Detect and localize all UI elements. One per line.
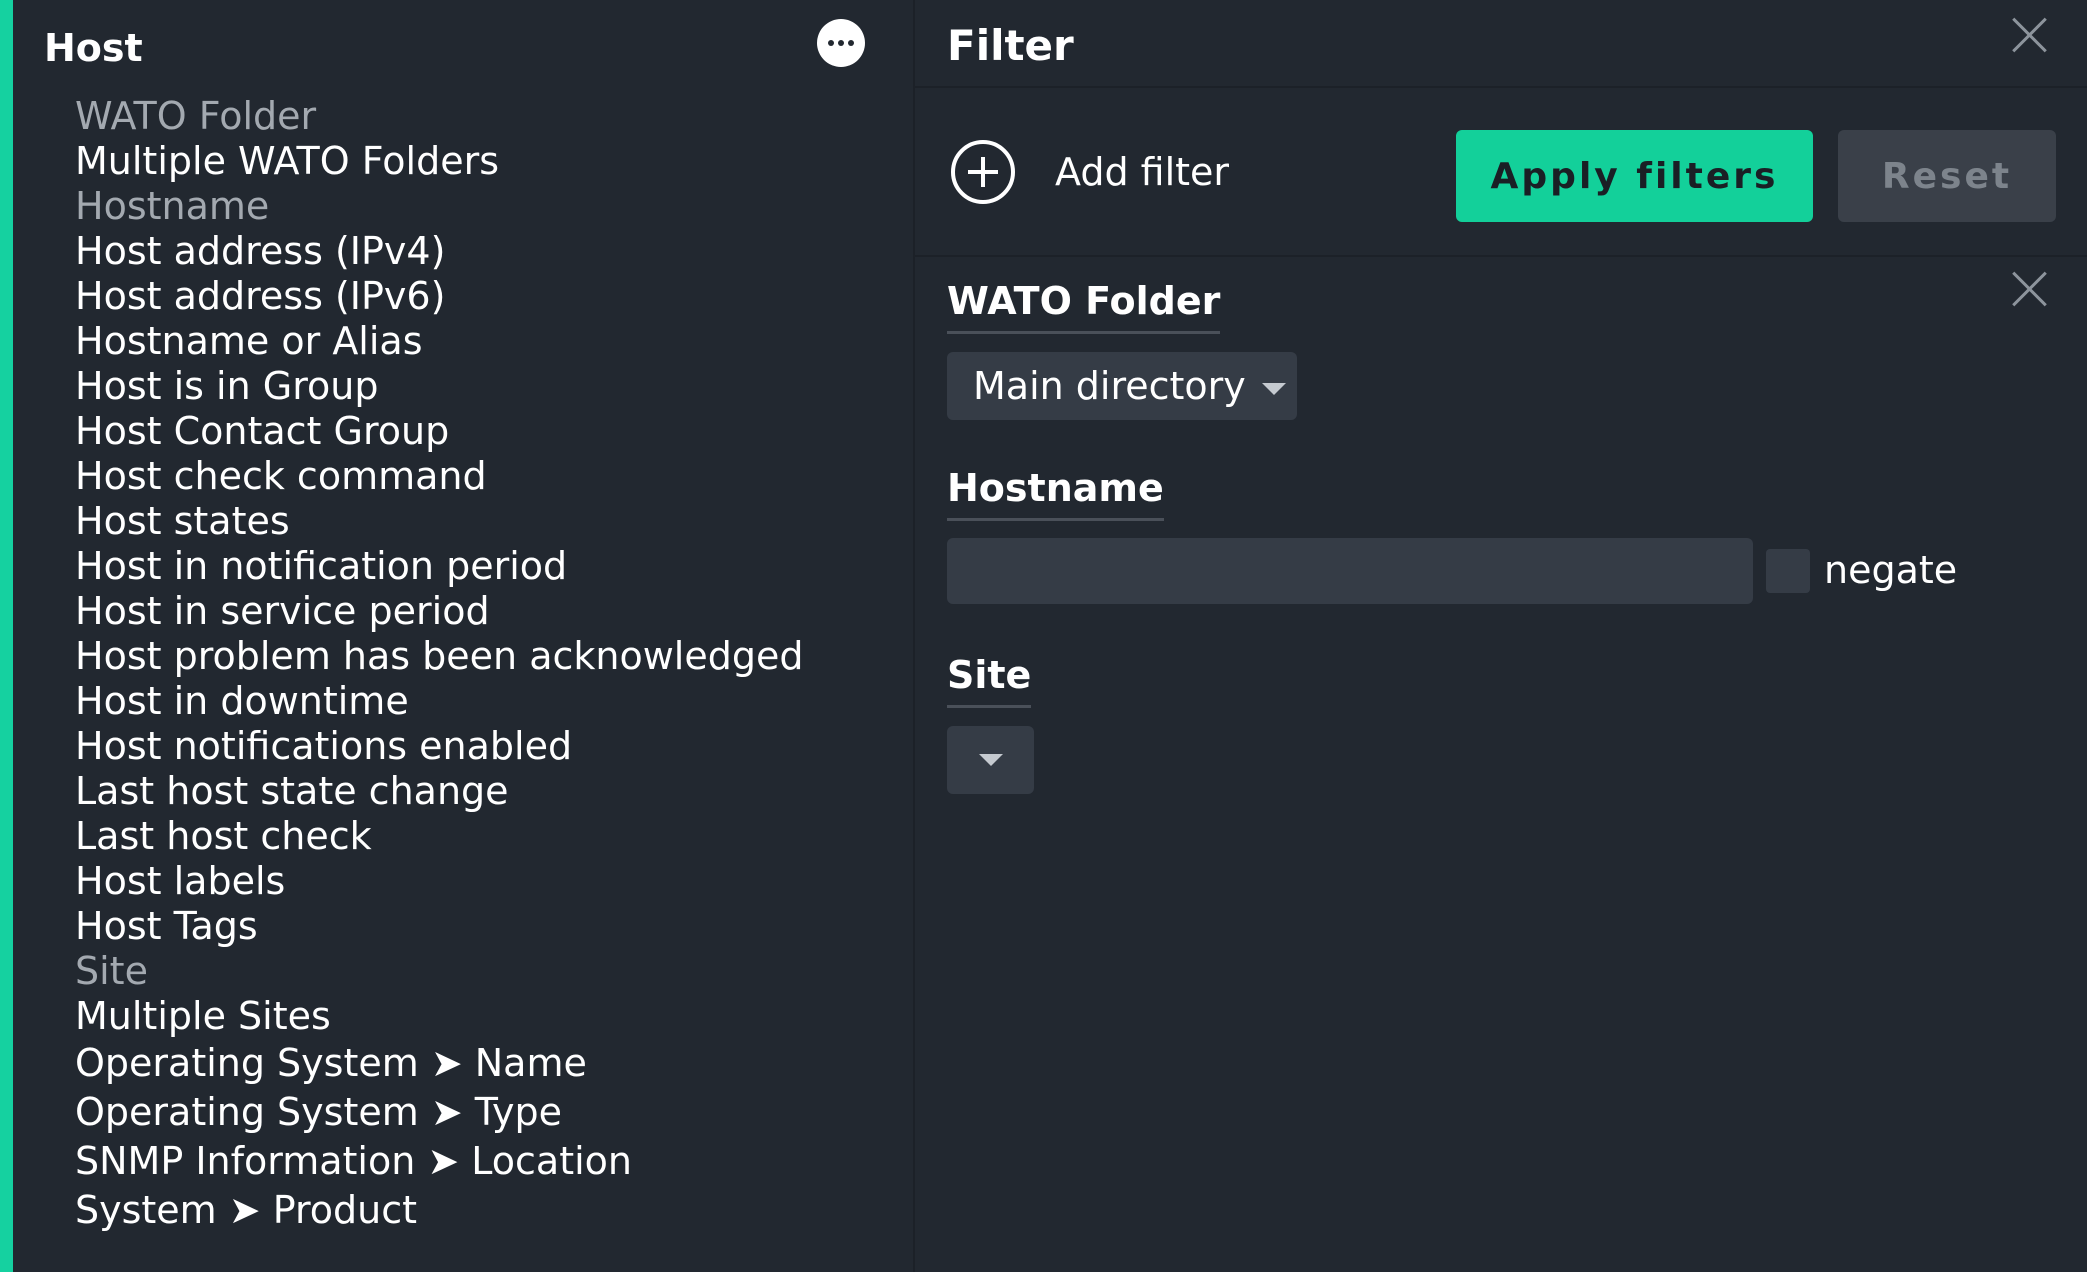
- reset-button[interactable]: Reset: [1838, 130, 2056, 222]
- filter-option-item[interactable]: Host problem has been acknowledged: [75, 634, 803, 679]
- more-horizontal-icon: [828, 40, 834, 46]
- hostname-input[interactable]: [947, 538, 1753, 604]
- filter-option-item[interactable]: Host notifications enabled: [75, 724, 803, 769]
- filter-option-item[interactable]: Site: [75, 949, 803, 994]
- negate-checkbox[interactable]: [1766, 549, 1810, 593]
- chevron-down-icon: [1261, 383, 1286, 395]
- filter-option-item[interactable]: Hostname or Alias: [75, 319, 803, 364]
- filter-option-item[interactable]: Last host state change: [75, 769, 803, 814]
- filter-option-item[interactable]: Host in downtime: [75, 679, 803, 724]
- filter-option-item[interactable]: Host Contact Group: [75, 409, 803, 454]
- more-dot: [848, 40, 854, 46]
- filter-option-item[interactable]: Host states: [75, 499, 803, 544]
- add-filter-button[interactable]: Add filter: [951, 140, 1229, 204]
- negate-label: negate: [1824, 548, 1958, 592]
- filter-option-item[interactable]: Multiple Sites: [75, 994, 803, 1039]
- filter-option-item[interactable]: SNMP Information ➤ Location: [75, 1137, 803, 1186]
- more-dot: [838, 40, 844, 46]
- add-circle-icon: [951, 140, 1015, 204]
- filter-option-item[interactable]: WATO Folder: [75, 94, 803, 139]
- filter-option-item[interactable]: Operating System ➤ Name: [75, 1039, 803, 1088]
- filter-chooser-panel: Host WATO Folder Multiple WATO Folders Hos…: [0, 0, 914, 1272]
- filter-panel: Filter Add filter Apply filters Reset WA…: [915, 0, 2087, 1272]
- filter-option-item[interactable]: Host address (IPv4): [75, 229, 803, 274]
- filter-option-item[interactable]: Host labels: [75, 859, 803, 904]
- filter-option-item[interactable]: Host in service period: [75, 589, 803, 634]
- toolbar-divider: [915, 255, 2087, 257]
- filter-option-item[interactable]: Multiple WATO Folders: [75, 139, 803, 184]
- filter-group-title: Host: [44, 26, 143, 70]
- filter-option-item[interactable]: Hostname: [75, 184, 803, 229]
- apply-filters-button[interactable]: Apply filters: [1456, 130, 1813, 222]
- filter-option-item[interactable]: Operating System ➤ Type: [75, 1088, 803, 1137]
- header-divider: [915, 86, 2087, 88]
- filter-option-item[interactable]: Host address (IPv6): [75, 274, 803, 319]
- filter-option-item[interactable]: System ➤ Product: [75, 1186, 803, 1235]
- filter-option-item[interactable]: Host in notification period: [75, 544, 803, 589]
- wato-folder-select[interactable]: Main directory: [947, 352, 1297, 420]
- close-panel-icon[interactable]: [2009, 14, 2049, 54]
- filter-option-item[interactable]: Host is in Group: [75, 364, 803, 409]
- more-options-button[interactable]: [817, 19, 865, 67]
- filter-option-item[interactable]: Last host check: [75, 814, 803, 859]
- app-root: Host WATO Folder Multiple WATO Folders Hos…: [0, 0, 2087, 1272]
- add-filter-label: Add filter: [1055, 150, 1230, 194]
- accent-bar: [0, 0, 13, 1272]
- filter-option-item[interactable]: Host Tags: [75, 904, 803, 949]
- filter-option-item[interactable]: Host check command: [75, 454, 803, 499]
- chevron-down-icon: [978, 754, 1003, 766]
- site-select[interactable]: [947, 726, 1034, 794]
- filter-option-list: WATO Folder Multiple WATO Folders Hostname…: [75, 94, 803, 1235]
- filter-panel-title: Filter: [947, 21, 1074, 70]
- wato-folder-select-value: Main directory: [973, 364, 1246, 408]
- wato-folder-filter-label: WATO Folder: [947, 277, 1221, 334]
- site-filter-label: Site: [947, 651, 1032, 708]
- remove-filter-icon[interactable]: [2009, 268, 2049, 308]
- hostname-filter-label: Hostname: [947, 464, 1164, 521]
